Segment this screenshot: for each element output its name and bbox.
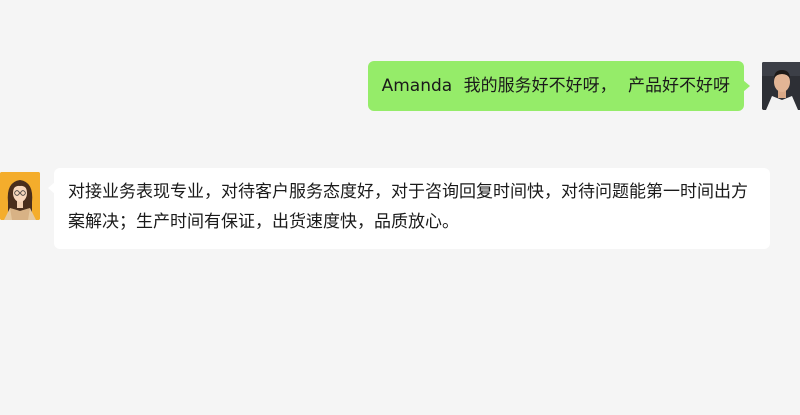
outgoing-message-bubble[interactable]: Amanda 我的服务好不好呀， 产品好不好呀 (367, 61, 751, 111)
woman-portrait-avatar-icon (0, 172, 40, 220)
customer-avatar[interactable] (0, 172, 40, 220)
incoming-message-bubble[interactable]: 对接业务表现专业，对待客户服务态度好，对于咨询回复时间快，对待问题能第一时间出方… (48, 168, 770, 249)
sender-avatar[interactable] (762, 62, 800, 110)
man-portrait-avatar-icon (762, 62, 800, 110)
